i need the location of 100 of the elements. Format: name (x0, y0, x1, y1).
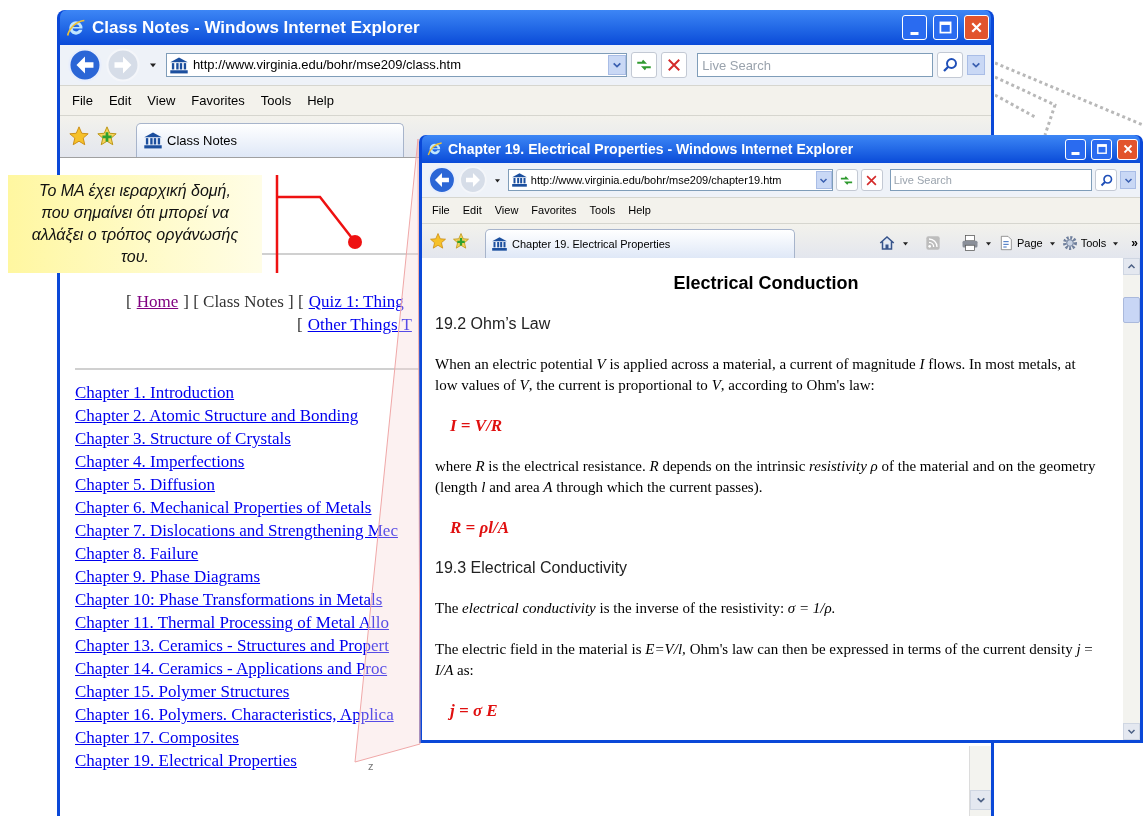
nav-link[interactable]: Other Things T (307, 313, 412, 336)
search-icon (1098, 172, 1114, 188)
stop-button[interactable] (661, 52, 688, 78)
caret-icon[interactable] (1048, 240, 1056, 246)
chapter-link[interactable]: Chapter 14. Ceramics - Applications and Proc (75, 657, 388, 680)
building-icon (491, 236, 508, 252)
chapter-link[interactable]: Chapter 8. Failure (75, 542, 199, 565)
chapter-link[interactable]: Chapter 6. Mechanical Properties of Metals (75, 496, 372, 519)
refresh-button[interactable] (835, 169, 858, 191)
toolbar-button[interactable]: Tools (1061, 234, 1107, 252)
chapter-link[interactable]: Chapter 13. Ceramics - Structures and Propert (75, 634, 389, 657)
paragraph: When an electric potential V is applied across a material, a current of magnitude I flows. In most metals, at low values of V, the current is proportional to V, according to Ohm's law: (435, 355, 1077, 395)
browser-tab[interactable]: Class Notes (136, 123, 404, 157)
chapter-link[interactable]: Chapter 15. Polymer Structures (75, 680, 290, 703)
overflow-chevron[interactable]: » (1131, 234, 1138, 252)
chapter-link[interactable]: Chapter 7. Dislocations and Strengthening Mec (75, 519, 398, 542)
scroll-thumb[interactable] (1123, 297, 1140, 323)
paragraph: The electrical conductivity is the inverse of the resistivity: σ = 1/ρ. (435, 599, 837, 618)
menu-item[interactable]: Edit (102, 88, 138, 113)
formula: R = ρl/A (449, 518, 511, 538)
menu-item[interactable]: Favorites (526, 201, 582, 220)
formula: j = σ E (447, 701, 499, 721)
building-icon (510, 172, 528, 188)
paragraph: The electric field in the material is E=V/l, Ohm's law can then be expressed in terms of the current density j = I/A as: (435, 640, 1094, 680)
caret-icon[interactable] (1112, 240, 1120, 246)
chapter-link[interactable]: Chapter 17. Composites (75, 726, 239, 749)
maximize-icon (937, 19, 954, 36)
toolbar-button[interactable]: Page (997, 234, 1043, 252)
close-button[interactable] (1117, 138, 1138, 160)
window-title: Class Notes - Windows Internet Explorer (92, 16, 421, 39)
search-options-button[interactable] (967, 55, 985, 75)
caret-icon[interactable] (901, 240, 909, 246)
refresh-button[interactable] (631, 52, 658, 78)
maximize-icon (1094, 142, 1109, 156)
building-icon (168, 55, 189, 75)
back-button[interactable] (428, 166, 456, 194)
zoom-label: z (368, 759, 374, 774)
chevron-icon (612, 60, 623, 70)
caret-icon[interactable] (984, 240, 992, 246)
home-icon[interactable] (877, 234, 896, 252)
search-options-button[interactable] (1120, 171, 1136, 189)
chapter-link[interactable]: Chapter 19. Electrical Properties (75, 749, 297, 772)
search-field[interactable]: Live Search (697, 53, 933, 77)
minimize-button[interactable] (1065, 138, 1086, 160)
menu-item[interactable]: Edit (457, 201, 487, 220)
section-heading: 19.2 Ohm’s Law (435, 314, 552, 334)
chapter-link[interactable]: Chapter 1. Introduction (75, 381, 235, 404)
menu-item[interactable]: View (489, 201, 524, 220)
nav-text: [ (297, 314, 303, 336)
nav-link[interactable]: Home (136, 290, 179, 313)
chapter-link[interactable]: Chapter 5. Diffusion (75, 473, 215, 496)
address-field[interactable]: http://www.virginia.edu/bohr/mse209/class.htm (165, 53, 628, 77)
add-favorite-icon[interactable] (452, 232, 470, 250)
ie-logo-icon (427, 141, 443, 157)
star-icon[interactable] (68, 125, 90, 147)
chapter-link[interactable]: Chapter 3. Structure of Crystals (75, 427, 291, 450)
nav-text: [ (126, 291, 132, 313)
menu-item[interactable]: Favorites (185, 88, 251, 113)
scrollbar[interactable] (969, 746, 991, 816)
chapter-link[interactable]: Chapter 10: Phase Transformations in Metals (75, 588, 383, 611)
printer-icon[interactable] (960, 234, 979, 252)
dropdown-button[interactable] (815, 171, 832, 189)
chapter-link[interactable]: Chapter 2. Atomic Structure and Bonding (75, 404, 359, 427)
caret-icon[interactable] (148, 62, 157, 68)
maximize-button[interactable] (933, 15, 958, 40)
chapter-link[interactable]: Chapter 16. Polymers. Characteristics, Applica (75, 703, 394, 726)
minimize-button[interactable] (902, 15, 927, 40)
star-icon[interactable] (429, 232, 447, 250)
maximize-button[interactable] (1091, 138, 1112, 160)
window-title: Chapter 19. Electrical Properties - Windows Internet Explorer (448, 139, 855, 159)
search-button[interactable] (1095, 169, 1118, 191)
dropdown-button[interactable] (608, 55, 627, 75)
url-text: http://www.virginia.edu/bohr/mse209/chapter19.htm (530, 172, 783, 188)
gear-icon (1061, 235, 1078, 251)
menu-item[interactable]: Tools (254, 88, 298, 113)
search-field[interactable]: Live Search (889, 169, 1093, 191)
search-button[interactable] (937, 52, 963, 78)
chapter-link[interactable]: Chapter 9. Phase Diagrams (75, 565, 261, 588)
stop-button[interactable] (860, 169, 883, 191)
scrollbar[interactable] (1123, 258, 1140, 740)
nav-link[interactable]: Quiz 1: Thing (308, 290, 404, 313)
menu-item[interactable]: Tools (584, 201, 621, 220)
menu-item[interactable]: Help (301, 88, 340, 113)
chapter-link[interactable]: Chapter 4. Imperfections (75, 450, 245, 473)
building-icon (143, 131, 163, 150)
menu-item[interactable]: File (66, 88, 99, 113)
menu-item[interactable]: View (141, 88, 182, 113)
chevron-icon (970, 60, 981, 70)
back-button[interactable] (68, 48, 102, 82)
menu-item[interactable]: File (427, 201, 455, 220)
address-field[interactable]: http://www.virginia.edu/bohr/mse209/chapter19.htm (507, 169, 833, 191)
menu-item[interactable]: Help (623, 201, 656, 220)
minimize-icon (910, 32, 919, 35)
minimize-icon (1071, 151, 1080, 155)
browser-tab[interactable]: Chapter 19. Electrical Properties (485, 229, 795, 258)
caret-icon[interactable] (493, 177, 501, 183)
add-favorite-icon[interactable] (96, 125, 118, 147)
chapter-link[interactable]: Chapter 11. Thermal Processing of Metal Allo (75, 611, 389, 634)
close-button[interactable] (964, 15, 989, 40)
search-icon (941, 56, 959, 74)
